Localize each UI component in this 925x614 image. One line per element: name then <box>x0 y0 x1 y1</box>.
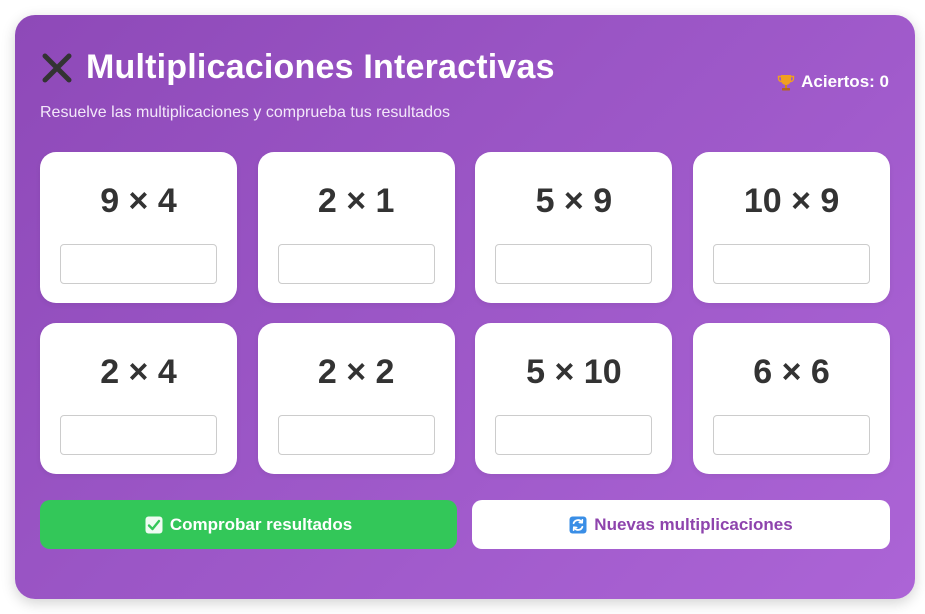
answer-input[interactable] <box>60 415 217 455</box>
close-x-icon <box>40 51 74 85</box>
check-results-button[interactable]: Comprobar resultados <box>40 500 457 549</box>
problem-expression: 2 × 2 <box>317 353 395 391</box>
answer-input[interactable] <box>713 415 871 455</box>
problem-card: 2 × 4 <box>40 323 237 474</box>
answer-input[interactable] <box>60 244 217 284</box>
problem-card: 5 × 9 <box>475 152 673 303</box>
problem-card: 2 × 1 <box>257 152 455 303</box>
problem-expression: 2 × 1 <box>317 182 395 220</box>
answer-input[interactable] <box>277 415 435 455</box>
trophy-icon <box>777 73 795 91</box>
problem-card: 9 × 4 <box>40 152 237 303</box>
problem-card: 2 × 2 <box>257 323 455 474</box>
problem-card: 6 × 6 <box>693 323 891 474</box>
problem-grid: 9 × 4 2 × 1 5 × 9 10 × 9 2 × 4 2 × 2 5 ×… <box>40 152 891 474</box>
header: Multiplicaciones Interactivas <box>40 48 555 87</box>
new-problems-label: Nuevas multiplicaciones <box>594 514 793 534</box>
problem-expression: 5 × 10 <box>526 353 622 391</box>
check-results-label: Comprobar resultados <box>169 514 353 534</box>
subtitle: Resuelve las multiplicaciones y comprueb… <box>40 104 450 121</box>
page-title: Multiplicaciones Interactivas <box>86 48 555 86</box>
problem-expression: 2 × 4 <box>100 353 177 391</box>
answer-input[interactable] <box>277 244 435 284</box>
problem-card: 5 × 10 <box>475 323 673 474</box>
answer-input[interactable] <box>713 244 871 284</box>
new-problems-button[interactable]: Nuevas multiplicaciones <box>472 500 890 549</box>
problem-expression: 10 × 9 <box>743 182 840 220</box>
score-label: Aciertos: 0 <box>801 72 889 91</box>
problem-card: 10 × 9 <box>693 152 891 303</box>
answer-input[interactable] <box>495 244 653 284</box>
answer-input[interactable] <box>495 415 653 455</box>
check-mark-icon <box>145 516 163 534</box>
problem-expression: 6 × 6 <box>753 353 830 391</box>
refresh-icon <box>569 516 587 534</box>
problem-expression: 5 × 9 <box>535 182 613 220</box>
score-badge: Aciertos: 0 <box>777 72 889 92</box>
multiplication-panel: Multiplicaciones Interactivas Aciertos: … <box>15 15 915 599</box>
problem-expression: 9 × 4 <box>100 182 177 220</box>
